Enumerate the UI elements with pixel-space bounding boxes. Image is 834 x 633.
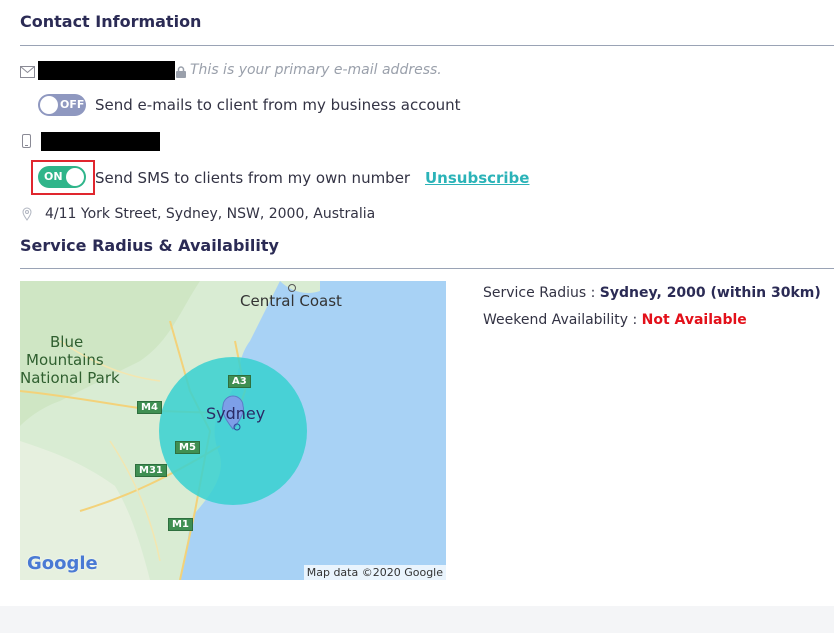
contact-section-title: Contact Information (20, 12, 202, 31)
google-logo: Google (27, 553, 98, 574)
toggle-state: OFF (60, 98, 85, 111)
service-radius-label: Service Radius : (483, 285, 600, 301)
service-radius-value: Sydney, 2000 (within 30km) (599, 285, 821, 301)
road-shield-m1: M1 (168, 518, 193, 531)
unsubscribe-link[interactable]: Unsubscribe (425, 169, 529, 187)
email-hint: This is your primary e-mail address. (190, 62, 442, 78)
email-toggle-label: Send e-mails to client from my business … (95, 96, 461, 114)
map-label-sydney: Sydney (206, 404, 266, 423)
phone-icon (22, 133, 31, 152)
road-shield-a3: A3 (228, 375, 251, 388)
map-label-mountains: Mountains (26, 351, 104, 369)
toggle-knob (40, 96, 58, 114)
service-divider (20, 268, 834, 269)
service-radius-row: Service Radius : Sydney, 2000 (within 30… (483, 285, 821, 301)
phone-redacted (41, 132, 160, 151)
location-pin-icon (22, 206, 32, 225)
map-label-blue: Blue (50, 333, 84, 351)
toggle-knob (66, 168, 84, 186)
road-shield-m5: M5 (175, 441, 200, 454)
service-map[interactable]: Central Coast Blue Mountains National Pa… (20, 281, 446, 580)
map-label-central-coast: Central Coast (240, 292, 342, 310)
road-shield-m31: M31 (135, 464, 167, 477)
toggle-state: ON (44, 170, 63, 183)
service-section-title: Service Radius & Availability (20, 236, 279, 255)
map-canvas (20, 281, 446, 580)
road-shield-m4: M4 (137, 401, 162, 414)
weekend-availability-label: Weekend Availability : (483, 312, 642, 328)
weekend-availability-value: Not Available (641, 312, 747, 328)
map-attribution[interactable]: Map data ©2020 Google (303, 565, 446, 580)
sms-toggle-label: Send SMS to clients from my own number (95, 169, 411, 187)
address-text: 4/11 York Street, Sydney, NSW, 2000, Aus… (45, 206, 376, 222)
contact-divider (20, 45, 834, 46)
email-redacted (38, 61, 175, 80)
email-toggle[interactable]: OFF (38, 94, 86, 116)
map-label-national-park: National Park (20, 369, 120, 387)
weekend-availability-row: Weekend Availability : Not Available (483, 312, 747, 328)
envelope-icon (20, 63, 35, 82)
sms-toggle[interactable]: ON (38, 166, 86, 188)
footer-band (0, 606, 834, 633)
lock-icon (176, 63, 186, 82)
central-coast-dot (288, 284, 296, 292)
